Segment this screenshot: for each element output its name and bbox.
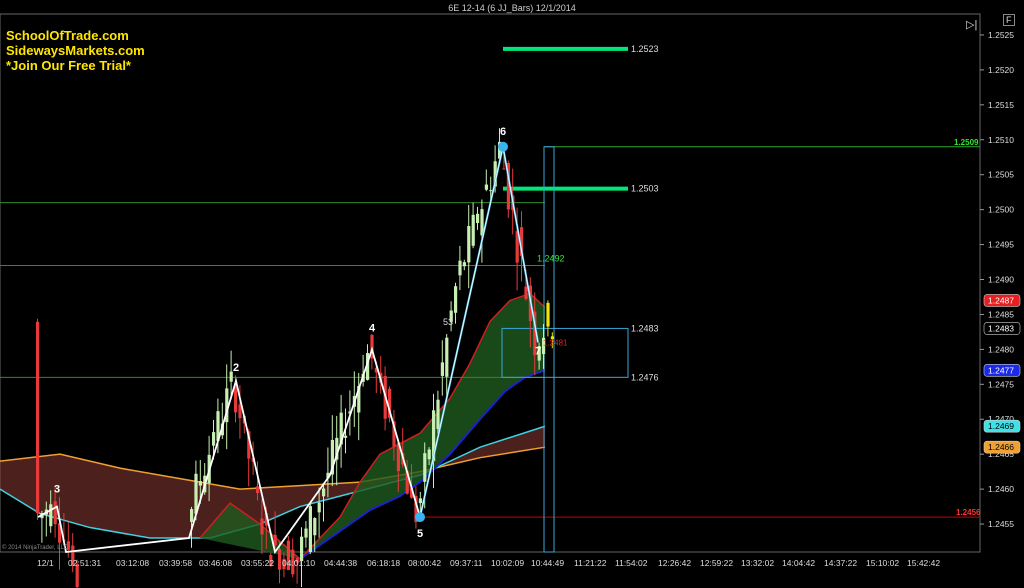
x-tick-label: 14:04:42: [782, 558, 815, 568]
price-marker-label: 1.2483: [988, 323, 1014, 333]
pivot-label-5: 5: [417, 528, 423, 540]
y-tick-label: 1.2460: [988, 484, 1014, 494]
candle-body: [427, 449, 431, 460]
price-chart[interactable]: 1.2523 1.2503 1.2509 1.2492 1.2456 1.2483 1.24…: [0, 0, 1024, 588]
y-tick-label: 1.2515: [988, 100, 1014, 110]
x-tick-label: 03:12:08: [116, 558, 149, 568]
price-marker-label: 1.2466: [988, 442, 1014, 452]
current-price-annotation: 1.2481: [543, 338, 568, 347]
low-level-label: 1.2456: [956, 508, 981, 517]
x-tick-label: 02:51:31: [68, 558, 101, 568]
zone-top-label: 1.2483: [631, 323, 659, 333]
candle-body: [546, 302, 550, 327]
y-tick-label: 1.2455: [988, 519, 1014, 529]
x-tick-label: 10:02:09: [491, 558, 524, 568]
candle-body: [212, 432, 216, 446]
y-tick-label: 1.2500: [988, 205, 1014, 215]
candle-body: [484, 184, 488, 190]
x-tick-label: 11:54:02: [615, 558, 648, 568]
chart-title: 6E 12-14 (6 JJ_Bars) 12/1/2014: [448, 3, 576, 13]
y-tick-label: 1.2505: [988, 170, 1014, 180]
f-button[interactable]: F: [1003, 14, 1015, 26]
x-tick-label: 12:26:42: [658, 558, 691, 568]
price-marker-label: 1.2487: [988, 295, 1014, 305]
pivot-label-3: 3: [54, 484, 60, 496]
candle-body: [198, 481, 202, 486]
pivot-label-7: 7: [535, 345, 541, 357]
candle-body: [467, 225, 471, 263]
candle-body: [49, 504, 53, 527]
high-level-label: 1.2509: [954, 138, 979, 147]
pivot-label-6: 6: [500, 126, 506, 138]
x-tick-label: 15:10:02: [866, 558, 899, 568]
candle-body: [256, 486, 260, 494]
candle-body: [308, 506, 312, 553]
x-tick-label: 10:44:49: [531, 558, 564, 568]
y-tick-label: 1.2485: [988, 309, 1014, 319]
candle-body: [423, 453, 427, 482]
candle-body: [317, 502, 321, 513]
candle-body: [440, 362, 444, 376]
y-tick-label: 1.2490: [988, 275, 1014, 285]
copyright-text: © 2014 NinjaTrader, LLC: [2, 545, 69, 551]
x-tick-label: 09:37:11: [450, 558, 483, 568]
x-tick-label: 03:39:58: [159, 558, 192, 568]
candle-body: [36, 321, 40, 514]
x-tick-label: 14:37:22: [824, 558, 857, 568]
y-tick-label: 1.2495: [988, 240, 1014, 250]
candle-body: [462, 262, 466, 267]
candle-body: [489, 190, 493, 192]
candle-body: [273, 534, 277, 546]
x-tick-label: 03:46:08: [199, 558, 232, 568]
candle-body: [190, 509, 194, 522]
branding-line-3: *Join Our Free Trial*: [6, 58, 131, 73]
candle-body: [418, 498, 422, 504]
branding-line-2: SidewaysMarkets.com: [6, 43, 145, 58]
x-tick-label: 12:59:22: [700, 558, 733, 568]
candle-body: [344, 435, 348, 438]
candle-body: [304, 528, 308, 538]
candle-body: [260, 518, 264, 535]
pivot-6-dot: [498, 141, 508, 152]
y-tick-label: 1.2480: [988, 344, 1014, 354]
candle-body: [278, 548, 282, 570]
x-tick-label: 03:55:22: [241, 558, 274, 568]
pivot-5-dot: [415, 512, 425, 523]
candle-body: [476, 213, 480, 224]
candle-body: [313, 518, 317, 536]
candle-body: [322, 488, 326, 497]
candle-body: [53, 501, 57, 525]
y-tick-label: 1.2520: [988, 65, 1014, 75]
candle-body: [445, 337, 449, 377]
price-marker-label: 1.2469: [988, 421, 1014, 431]
candle-body: [454, 286, 458, 313]
candle-body: [436, 399, 440, 430]
zone-bottom-label: 1.2476: [631, 372, 659, 382]
pivot-label-4: 4: [369, 322, 376, 334]
target-level-label: 1.2523: [631, 44, 659, 54]
x-tick-label: 04:01:10: [282, 558, 315, 568]
support-level-label: 1.2492: [537, 254, 565, 264]
price-marker-label: 1.2477: [988, 365, 1014, 375]
candle-body: [458, 260, 462, 276]
candle-body: [524, 286, 528, 299]
x-tick-label: 15:42:42: [907, 558, 940, 568]
x-tick-label: 08:00:42: [408, 558, 441, 568]
y-tick-label: 1.2475: [988, 379, 1014, 389]
collapse-panel-icon[interactable]: ▷|: [966, 18, 977, 31]
x-tick-label: 12/1: [37, 558, 54, 568]
candle-body: [502, 168, 506, 170]
x-tick-label: 11:21:22: [574, 558, 607, 568]
branding-line-1: SchoolOfTrade.com: [6, 28, 129, 43]
x-tick-label: 06:18:18: [367, 558, 400, 568]
bar-count-annotation: 53: [443, 317, 453, 327]
x-tick-label: 13:32:02: [741, 558, 774, 568]
candle-body: [471, 214, 475, 246]
branding-block: SchoolOfTrade.com SidewaysMarkets.com *J…: [6, 28, 145, 73]
pivot-label-2: 2: [233, 362, 239, 374]
y-tick-label: 1.2525: [988, 30, 1014, 40]
y-tick-label: 1.2510: [988, 135, 1014, 145]
target-level-label: 1.2503: [631, 184, 659, 194]
x-tick-label: 04:44:38: [324, 558, 357, 568]
